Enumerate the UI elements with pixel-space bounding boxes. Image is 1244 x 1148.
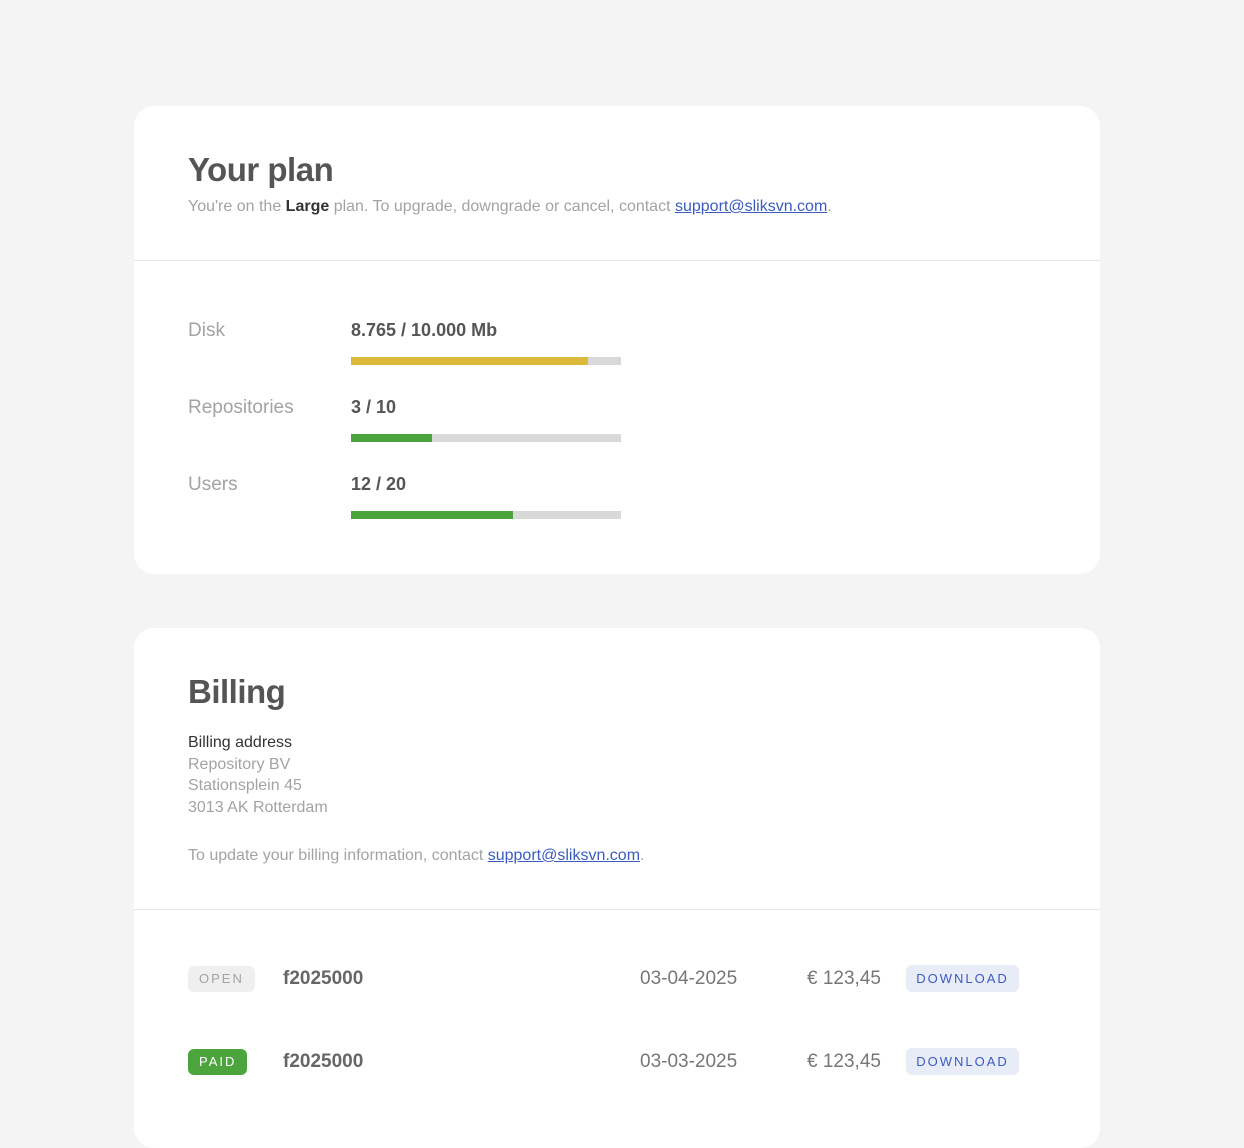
billing-address-line: Repository BV: [188, 755, 291, 773]
invoice-date: 03-03-2025: [640, 1051, 738, 1072]
invoice-number: f2025000: [283, 968, 364, 989]
plan-card: Your plan You're on the Large plan. To u…: [134, 106, 1100, 574]
billing-update-suffix: .: [640, 847, 645, 864]
billing-title: Billing: [188, 673, 286, 710]
usage-bar-users: [351, 511, 621, 519]
billing-address-heading: Billing address: [188, 734, 293, 751]
usage-value-users: 12 / 20: [351, 474, 407, 494]
status-badge-open: OPEN: [188, 966, 255, 992]
invoice-number: f2025000: [283, 1051, 364, 1072]
usage-bar-fill-repositories: [351, 434, 432, 442]
billing-update-note: To update your billing information, cont…: [188, 847, 644, 865]
usage-value-repositories: 3 / 10: [351, 397, 397, 417]
billing-address-line: 3013 AK Rotterdam: [188, 798, 328, 816]
invoice-date: 03-04-2025: [640, 968, 738, 989]
billing-divider: [134, 909, 1100, 910]
usage-bar-fill-disk: [351, 357, 588, 365]
plan-subtitle: You're on the Large plan. To upgrade, do…: [188, 198, 832, 216]
usage-label-repositories: Repositories: [188, 397, 294, 418]
billing-card: Billing Billing address Repository BV St…: [134, 628, 1100, 1148]
plan-subtitle-prefix: You're on the: [188, 198, 282, 215]
plan-divider: [134, 260, 1100, 261]
billing-address-line: Stationsplein 45: [188, 777, 302, 794]
usage-bar-fill-users: [351, 511, 513, 519]
billing-address: Billing address Repository BV Stationspl…: [188, 732, 328, 818]
download-button[interactable]: DOWNLOAD: [906, 1048, 1019, 1075]
plan-name: Large: [285, 198, 330, 215]
billing-update-prefix: To update your billing information, cont…: [188, 847, 484, 864]
invoice-amount: € 123,45: [807, 968, 881, 989]
invoice-amount: € 123,45: [807, 1051, 881, 1072]
plan-subtitle-suffix: .: [827, 198, 832, 215]
plan-title: Your plan: [188, 151, 334, 188]
usage-bar-repositories: [351, 434, 621, 442]
usage-value-disk: 8.765 / 10.000 Mb: [351, 320, 498, 340]
usage-label-users: Users: [188, 474, 238, 495]
status-badge-paid: PAID: [188, 1049, 248, 1075]
billing-support-email-link[interactable]: support@sliksvn.com: [488, 847, 640, 864]
usage-bar-disk: [351, 357, 621, 365]
usage-label-disk: Disk: [188, 320, 225, 341]
download-button[interactable]: DOWNLOAD: [906, 965, 1019, 992]
plan-subtitle-middle: plan. To upgrade, downgrade or cancel, c…: [333, 198, 671, 215]
support-email-link[interactable]: support@sliksvn.com: [675, 198, 827, 215]
